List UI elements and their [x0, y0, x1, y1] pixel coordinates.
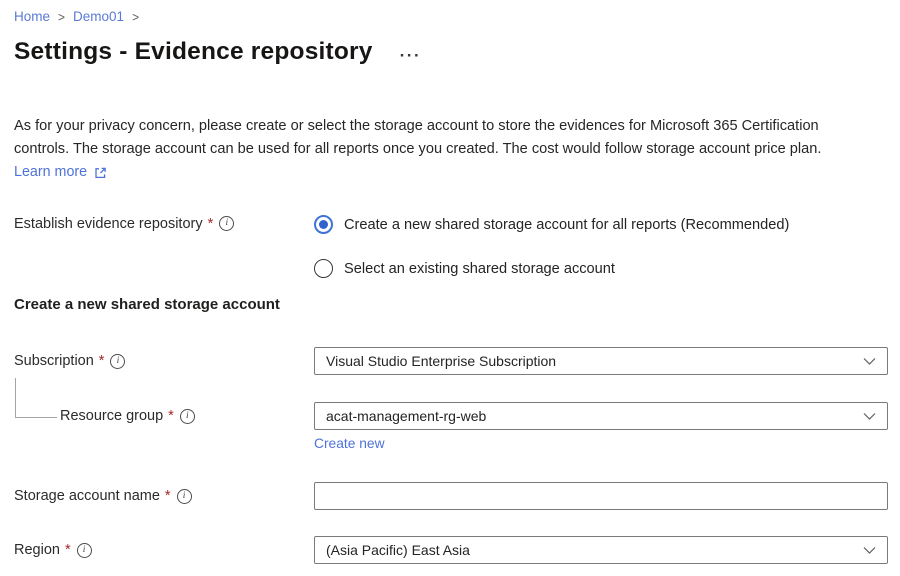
region-label: Region * i [14, 536, 314, 558]
breadcrumb-separator: > [58, 9, 65, 24]
page-title: Settings - Evidence repository [14, 38, 373, 66]
establish-repository-label: Establish evidence repository * i [14, 215, 314, 278]
required-marker: * [208, 216, 214, 232]
learn-more-link[interactable]: Learn more [14, 164, 107, 180]
radio-unselected-icon[interactable] [314, 259, 333, 278]
radio-create-new-storage[interactable]: Create a new shared storage account for … [314, 215, 789, 234]
privacy-description: As for your privacy concern, please crea… [14, 115, 886, 160]
more-options-icon[interactable]: ··· [400, 40, 421, 64]
resource-group-dropdown[interactable]: acat-management-rg-web [314, 402, 888, 430]
resource-group-field-row: Resource group * i acat-management-rg-we… [14, 402, 886, 453]
info-icon[interactable]: i [180, 409, 195, 424]
establish-repository-label-text: Establish evidence repository [14, 216, 203, 232]
radio-selected-icon[interactable] [314, 215, 333, 234]
region-dropdown[interactable]: (Asia Pacific) East Asia [314, 536, 888, 564]
info-icon[interactable]: i [219, 216, 234, 231]
establish-repository-field: Establish evidence repository * i Create… [14, 215, 886, 278]
region-field-row: Region * i (Asia Pacific) East Asia [14, 536, 886, 564]
required-marker: * [65, 542, 71, 558]
resource-group-selected-value: acat-management-rg-web [326, 408, 486, 424]
create-storage-section-heading: Create a new shared storage account [14, 296, 886, 313]
title-row: Settings - Evidence repository ··· [14, 38, 886, 66]
storage-account-name-label: Storage account name * i [14, 482, 314, 504]
storage-account-name-input[interactable] [314, 482, 888, 510]
chevron-down-icon [863, 412, 876, 421]
breadcrumb: Home > Demo01 > [14, 9, 886, 24]
subscription-field-row: Subscription * i Visual Studio Enterpris… [14, 347, 886, 375]
establish-repository-options: Create a new shared storage account for … [314, 215, 789, 278]
storage-account-name-label-text: Storage account name [14, 488, 160, 504]
breadcrumb-demo01-link[interactable]: Demo01 [73, 9, 124, 24]
resource-group-label: Resource group * i [14, 402, 314, 424]
chevron-down-icon [863, 357, 876, 366]
chevron-down-icon [863, 546, 876, 555]
radio-select-existing-storage[interactable]: Select an existing shared storage accoun… [314, 259, 789, 278]
external-link-icon [93, 165, 107, 180]
info-icon[interactable]: i [110, 354, 125, 369]
region-selected-value: (Asia Pacific) East Asia [326, 542, 470, 558]
required-marker: * [168, 408, 174, 424]
subscription-selected-value: Visual Studio Enterprise Subscription [326, 353, 556, 369]
subscription-label-text: Subscription [14, 353, 94, 369]
create-storage-form: Subscription * i Visual Studio Enterpris… [14, 347, 886, 564]
breadcrumb-separator: > [132, 9, 139, 24]
required-marker: * [165, 488, 171, 504]
learn-more-label: Learn more [14, 164, 87, 180]
settings-evidence-repository-page: Home > Demo01 > Settings - Evidence repo… [0, 0, 900, 564]
info-icon[interactable]: i [77, 543, 92, 558]
breadcrumb-home-link[interactable]: Home [14, 9, 50, 24]
storage-account-name-field-row: Storage account name * i [14, 482, 886, 510]
create-new-resource-group-link[interactable]: Create new [314, 436, 385, 451]
region-label-text: Region [14, 542, 60, 558]
subscription-dropdown[interactable]: Visual Studio Enterprise Subscription [314, 347, 888, 375]
radio-create-new-label: Create a new shared storage account for … [344, 217, 789, 233]
field-connector-line [15, 378, 57, 418]
required-marker: * [99, 353, 105, 369]
subscription-label: Subscription * i [14, 347, 314, 369]
resource-group-label-text: Resource group [60, 408, 163, 424]
radio-select-existing-label: Select an existing shared storage accoun… [344, 261, 615, 277]
info-icon[interactable]: i [177, 489, 192, 504]
